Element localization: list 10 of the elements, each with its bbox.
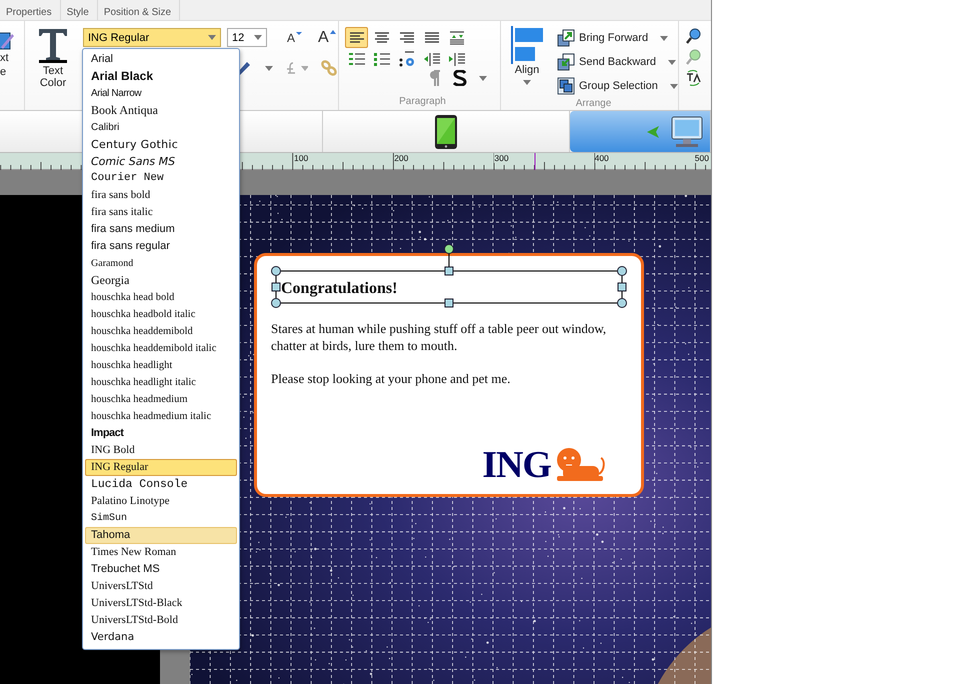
ruler-label: 100 xyxy=(294,153,310,163)
ruler-label: 200 xyxy=(394,153,410,163)
ruler-label: 300 xyxy=(494,153,510,163)
card-title: Congratulations! xyxy=(281,280,398,298)
ruler-label: 500 xyxy=(694,153,710,163)
card-text: Stares at human while pushing stuff off a table peer out window, chatter at birds, lure them to mouth. xyxy=(271,320,608,354)
group-label: Paragraph xyxy=(398,96,447,109)
card-text: Please stop looking at your phone and pet me. xyxy=(271,370,512,387)
logo-text: ING xyxy=(482,446,551,484)
group-label: Arrange xyxy=(574,98,612,111)
